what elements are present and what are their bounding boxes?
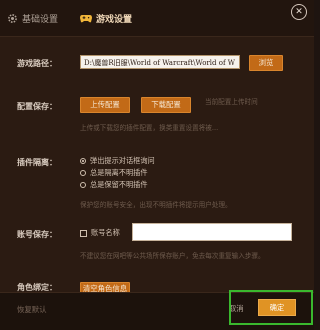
addon-isolation-label: 插件隔离： (17, 158, 57, 167)
radio-selected-icon (80, 158, 86, 164)
remember-account-checkbox[interactable]: 账号名称 (80, 228, 120, 238)
checkbox-label: 账号名称 (91, 228, 120, 237)
gamepad-icon (80, 12, 92, 24)
account-save-label: 账号保存： (17, 230, 57, 239)
game-path-input[interactable]: D:\魔兽R旧服\World of Warcraft\World of W (80, 55, 240, 69)
download-config-button[interactable]: 下载配置 (141, 97, 191, 113)
tab-basic-settings[interactable]: 基础设置 (6, 9, 58, 27)
radio-label: 总是隔离不明插件 (90, 168, 148, 177)
tab-bar: 基础设置 游戏设置 ✕ (0, 0, 314, 37)
radio-icon (80, 170, 86, 176)
tab-game-settings[interactable]: 游戏设置 (80, 9, 132, 27)
addon-isolation-hint: 保护您的账号安全，出现不明插件将提示用户处理。 (80, 201, 232, 209)
radio-icon (80, 182, 86, 188)
checkbox-icon (80, 229, 87, 237)
account-save-hint: 不建议您在网吧等公共场所保存账户，免去每次重复输入步骤。 (80, 252, 265, 260)
config-save-label: 配置保存： (17, 102, 57, 111)
confirm-button[interactable]: 确定 (258, 299, 296, 316)
settings-window: 基础设置 游戏设置 ✕ 游戏路径： D:\魔兽R旧服\World of Warc… (0, 0, 314, 330)
browse-button[interactable]: 浏览 (249, 55, 283, 71)
config-save-hint: 上传或下载您的插件配置，换类重置设置将被... (80, 124, 219, 132)
account-name-input[interactable] (132, 223, 292, 241)
tab-basic-label: 基础设置 (22, 14, 59, 25)
tab-game-label: 游戏设置 (96, 14, 133, 25)
radio-always-isolate[interactable]: 总是隔离不明插件 (80, 168, 148, 178)
upload-config-button[interactable]: 上传配置 (80, 97, 130, 113)
radio-label: 总是保留不明插件 (90, 180, 148, 189)
reset-default-link[interactable]: 恢复默认 (17, 304, 47, 315)
radio-label: 弹出提示对话框询问 (90, 156, 155, 165)
close-icon[interactable]: ✕ (291, 4, 307, 20)
cancel-button[interactable]: 取消 (229, 304, 243, 314)
radio-prompt-dialog[interactable]: 弹出提示对话框询问 (80, 156, 155, 166)
last-upload-time: 当前配置上传时间 (205, 98, 258, 106)
radio-always-keep[interactable]: 总是保留不明插件 (80, 180, 148, 190)
gear-icon (6, 12, 18, 24)
game-path-label: 游戏路径： (17, 59, 57, 68)
